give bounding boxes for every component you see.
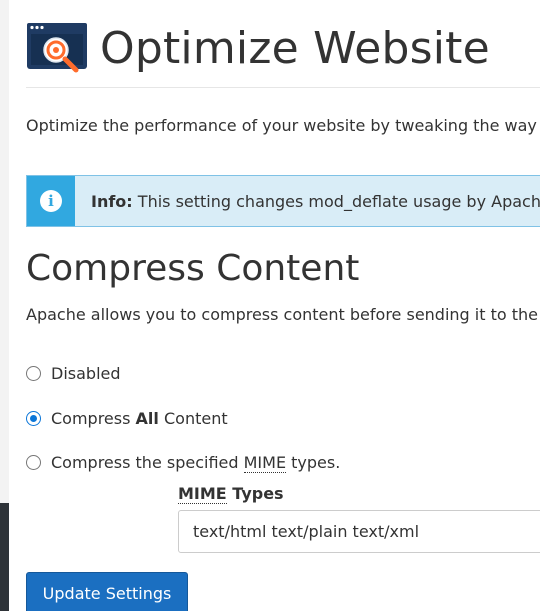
- compress-content-description: Apache allows you to compress content be…: [26, 305, 540, 324]
- label-part: Compress the specified: [51, 453, 244, 472]
- page-title: Optimize Website: [100, 23, 490, 74]
- info-icon-container: i: [27, 176, 75, 226]
- optimize-website-icon: [27, 22, 87, 72]
- label-part: Content: [158, 409, 228, 428]
- mime-abbr: MIME: [243, 453, 287, 473]
- radio-compress-all-label: Compress All Content: [51, 409, 228, 428]
- update-settings-button[interactable]: Update Settings: [26, 572, 188, 611]
- label-bold-part: All: [135, 409, 159, 428]
- mime-label-suffix: Types: [226, 484, 284, 503]
- page-description: Optimize the performance of your website…: [26, 116, 540, 135]
- radio-compress-all-option[interactable]: Compress All Content: [26, 409, 228, 428]
- mime-types-input[interactable]: [178, 510, 540, 553]
- compress-content-title: Compress Content: [26, 248, 360, 289]
- info-icon: i: [40, 190, 62, 212]
- label-part: Compress: [51, 409, 136, 428]
- radio-disabled-option[interactable]: Disabled: [26, 364, 121, 383]
- left-dark-panel: [0, 503, 9, 611]
- page-header: Optimize Website: [26, 10, 540, 88]
- info-alert: i Info: This setting changes mod_deflate…: [26, 175, 540, 227]
- mime-label-abbr: MIME: [178, 484, 227, 504]
- radio-disabled-label: Disabled: [51, 364, 121, 383]
- radio-compress-all[interactable]: [26, 411, 41, 426]
- label-part: types.: [286, 453, 341, 472]
- info-message: This setting changes mod_deflate usage b…: [132, 191, 540, 211]
- radio-compress-mime-option[interactable]: Compress the specified MIME types.: [26, 453, 341, 473]
- radio-compress-mime[interactable]: [26, 455, 41, 470]
- radio-compress-mime-label: Compress the specified MIME types.: [51, 453, 341, 473]
- info-label: Info:: [91, 191, 133, 211]
- page: Optimize Website Optimize the performanc…: [9, 0, 540, 611]
- radio-disabled[interactable]: [26, 366, 41, 381]
- mime-types-label: MIME Types: [178, 484, 284, 504]
- info-text: Info: This setting changes mod_deflate u…: [91, 192, 540, 211]
